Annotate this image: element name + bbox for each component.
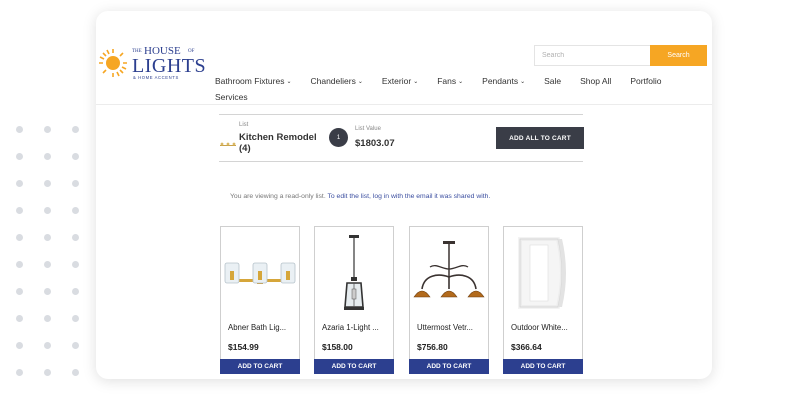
header-divider [96, 104, 712, 105]
decorative-dot [16, 342, 23, 349]
svg-text:& HOME ACCENTS: & HOME ACCENTS [133, 75, 179, 80]
nav-item-fans[interactable]: Fans ⌄ [437, 76, 463, 86]
decorative-dot [44, 180, 51, 187]
decorative-dot [16, 180, 23, 187]
nav-label: Pendants [482, 76, 519, 86]
decorative-dot [44, 342, 51, 349]
nav-item-chandeliers[interactable]: Chandeliers ⌄ [310, 76, 362, 86]
decorative-dot [16, 369, 23, 376]
product-price: $366.64 [511, 342, 542, 352]
chevron-down-icon: ⌄ [413, 79, 419, 85]
chandelier-image[interactable] [410, 233, 488, 313]
nav-label: Chandeliers [310, 76, 356, 86]
decorative-dot [44, 261, 51, 268]
decorative-dot [16, 153, 23, 160]
list-tag: List [239, 122, 249, 128]
list-value: $1803.07 [355, 138, 395, 149]
decorative-dot [72, 342, 79, 349]
decorative-dot [72, 288, 79, 295]
decorative-dot [72, 261, 79, 268]
decorative-dot [72, 315, 79, 322]
decorative-dot [44, 315, 51, 322]
list-thumbnail-icon [220, 135, 236, 146]
decorative-dot [44, 207, 51, 214]
list-value-tag: List Value [355, 126, 381, 132]
add-all-to-cart-button[interactable]: ADD ALL TO CART [496, 127, 584, 149]
nav-item-shop-all[interactable]: Shop All [580, 76, 611, 86]
product-card[interactable]: Abner Bath Lig... $154.99 ADD TO CART [220, 226, 300, 374]
pendant-light-image[interactable] [315, 233, 393, 313]
wall-sconce-image[interactable] [504, 233, 582, 313]
nav-label: Bathroom Fixtures [215, 76, 285, 86]
list-item-count: (4) [239, 143, 251, 154]
chevron-down-icon: ⌄ [357, 79, 363, 85]
screenshot-stage: THE HOUSE OF LIGHTS & HOME ACCENTS Searc… [0, 0, 800, 395]
decorative-dot [16, 126, 23, 133]
read-only-notice: You are viewing a read-only list. To edi… [230, 193, 490, 200]
nav-item-pendants[interactable]: Pendants ⌄ [482, 76, 525, 86]
notice-text: You are viewing a read-only list. [230, 193, 326, 200]
decorative-dot [16, 207, 23, 214]
add-to-cart-button[interactable]: ADD TO CART [409, 359, 489, 374]
product-name[interactable]: Abner Bath Lig... [228, 323, 286, 332]
decorative-dot [72, 207, 79, 214]
decorative-dot [44, 369, 51, 376]
search-input[interactable] [534, 45, 650, 66]
nav-item-bathroom-fixtures[interactable]: Bathroom Fixtures ⌄ [215, 76, 291, 86]
nav-item-portfolio[interactable]: Portfolio [630, 76, 661, 86]
decorative-dot-grid [12, 122, 84, 382]
decorative-dot [16, 315, 23, 322]
decorative-dot [16, 234, 23, 241]
add-to-cart-button[interactable]: ADD TO CART [314, 359, 394, 374]
summary-bottom-divider [219, 161, 583, 162]
product-name[interactable]: Azaria 1-Light ... [322, 323, 379, 332]
decorative-dot [72, 153, 79, 160]
decorative-dot [72, 126, 79, 133]
product-price: $756.80 [417, 342, 448, 352]
decorative-dot [72, 180, 79, 187]
product-card[interactable]: Uttermost Vetr... $756.80 ADD TO CART [409, 226, 489, 374]
product-name[interactable]: Uttermost Vetr... [417, 323, 473, 332]
decorative-dot [72, 234, 79, 241]
decorative-dot [44, 126, 51, 133]
product-price: $158.00 [322, 342, 353, 352]
summary-top-divider [219, 114, 583, 115]
search-button[interactable]: Search [650, 45, 707, 66]
svg-text:THE: THE [132, 49, 142, 54]
decorative-dot [16, 288, 23, 295]
product-name[interactable]: Outdoor White... [511, 323, 568, 332]
vanity-light-image[interactable] [221, 233, 299, 313]
svg-text:OF: OF [188, 49, 195, 54]
add-to-cart-button[interactable]: ADD TO CART [220, 359, 300, 374]
sun-icon [99, 49, 127, 77]
product-card[interactable]: Outdoor White... $366.64 ADD TO CART [503, 226, 583, 374]
decorative-dot [16, 261, 23, 268]
product-card[interactable]: Azaria 1-Light ... $158.00 ADD TO CART [314, 226, 394, 374]
product-price: $154.99 [228, 342, 259, 352]
nav-label: Fans [437, 76, 457, 86]
nav-item-services[interactable]: Services [215, 92, 248, 102]
nav-item-exterior[interactable]: Exterior ⌄ [382, 76, 418, 86]
site-logo[interactable]: THE HOUSE OF LIGHTS & HOME ACCENTS [96, 41, 211, 85]
main-nav: Bathroom Fixtures ⌄ Chandeliers ⌄ Exterior… [215, 74, 695, 104]
svg-text:LIGHTS: LIGHTS [132, 55, 206, 77]
notice-link[interactable]: To edit the list, log in with the email … [327, 193, 490, 200]
browser-card: THE HOUSE OF LIGHTS & HOME ACCENTS Searc… [96, 11, 712, 379]
list-badge: 1 [329, 128, 348, 147]
decorative-dot [44, 288, 51, 295]
search-bar: Search [534, 45, 707, 66]
decorative-dot [44, 234, 51, 241]
chevron-down-icon: ⌄ [520, 79, 526, 85]
decorative-dot [44, 153, 51, 160]
nav-item-sale[interactable]: Sale [544, 76, 561, 86]
add-to-cart-button[interactable]: ADD TO CART [503, 359, 583, 374]
chevron-down-icon: ⌄ [458, 79, 464, 85]
decorative-dot [72, 369, 79, 376]
chevron-down-icon: ⌄ [286, 79, 292, 85]
nav-label: Exterior [381, 76, 412, 86]
list-name: Kitchen Remodel [239, 132, 317, 143]
